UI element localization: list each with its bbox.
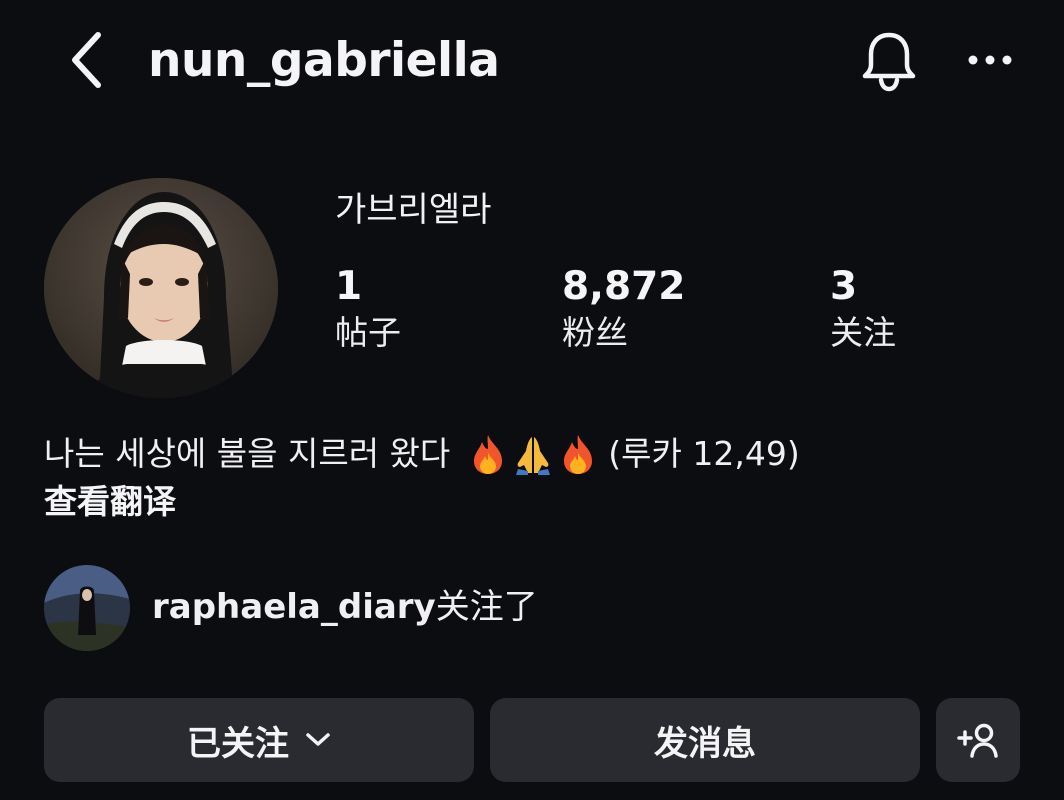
praying-hands-emoji-icon: [516, 437, 551, 475]
profile-page: nun_gabriella 가브리엘라 1 帖子 8,872 粉丝 3 关注 나…: [0, 0, 1064, 800]
page-title: nun_gabriella: [148, 33, 500, 88]
profile-photo: [44, 178, 278, 398]
following-button-label: 已关注: [187, 723, 289, 764]
back-button[interactable]: [62, 30, 110, 90]
mutual-follower-text: raphaela_diary关注了: [152, 582, 538, 632]
stat-following[interactable]: 3 关注: [830, 264, 896, 356]
notifications-button[interactable]: [856, 26, 922, 96]
message-button[interactable]: 发消息: [490, 698, 920, 782]
bio-reference: (루카 12,49): [608, 434, 800, 473]
mutual-follower-avatar[interactable]: [44, 565, 130, 651]
message-button-label: 发消息: [654, 723, 756, 764]
add-person-icon: [957, 723, 998, 758]
stat-posts[interactable]: 1 帖子: [335, 264, 401, 356]
stat-followers[interactable]: 8,872 粉丝: [562, 264, 685, 356]
display-name: 가브리엘라: [335, 190, 492, 230]
posts-label: 帖子: [335, 313, 401, 352]
followers-count: 8,872: [562, 264, 686, 309]
bio-emojis: [468, 433, 598, 475]
more-options-icon: [968, 55, 1012, 65]
following-label: 关注: [830, 313, 896, 352]
mutual-avatar-photo: [44, 565, 130, 651]
suggested-users-button[interactable]: [936, 698, 1020, 782]
see-translation-link[interactable]: 查看翻译: [44, 478, 176, 526]
posts-count: 1: [335, 264, 363, 309]
more-options-button[interactable]: [958, 40, 1022, 80]
following-count: 3: [830, 264, 858, 309]
following-button[interactable]: 已关注: [44, 698, 474, 782]
mutual-follower-username[interactable]: raphaela_diary: [152, 587, 436, 627]
profile-avatar[interactable]: [44, 178, 278, 398]
back-arrow-icon: [72, 32, 101, 88]
mutual-follower-suffix: 关注了: [435, 587, 538, 627]
chevron-down-icon: [305, 732, 331, 748]
bio: 나는 세상에 불을 지르러 왔다 (루카 12,49): [44, 428, 800, 480]
followers-label: 粉丝: [562, 313, 628, 352]
fire-emoji-icon: [564, 435, 593, 474]
bio-text: 나는 세상에 불을 지르러 왔다: [44, 434, 451, 473]
bell-icon: [862, 32, 916, 92]
fire-emoji-icon: [474, 435, 503, 474]
